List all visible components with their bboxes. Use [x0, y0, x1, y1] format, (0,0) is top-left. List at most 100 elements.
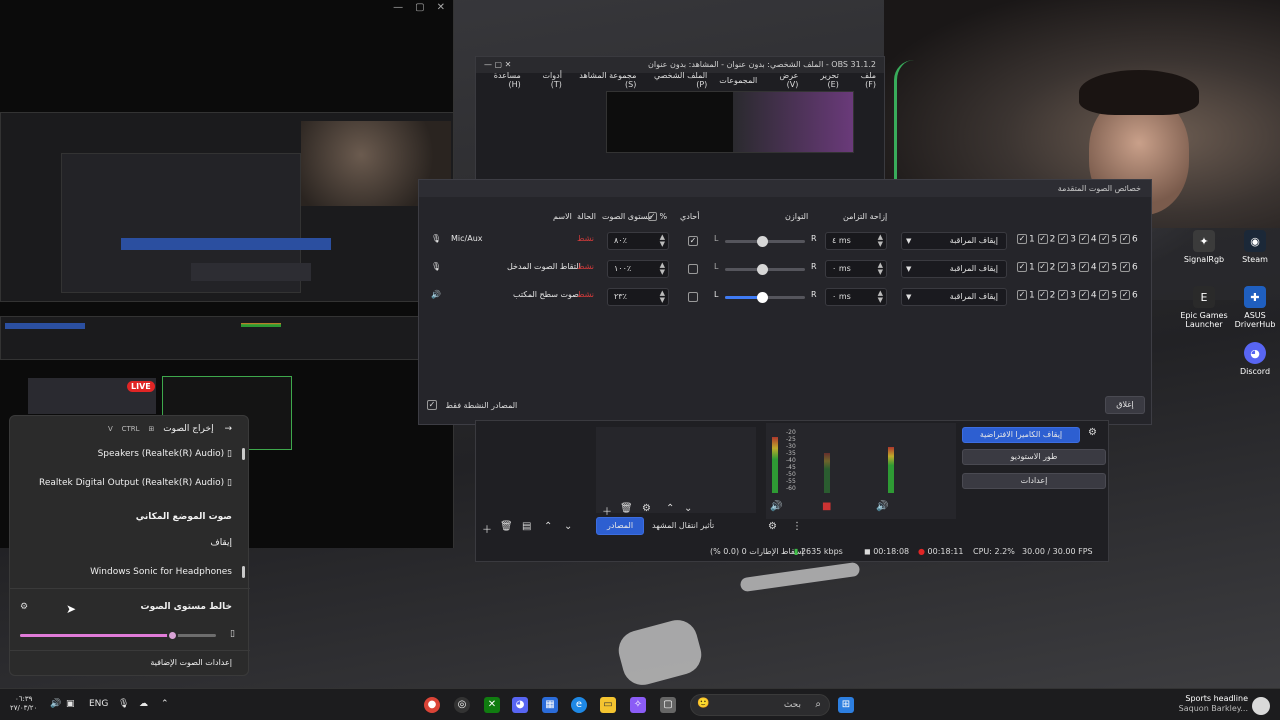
muted-speaker-icon[interactable]: ■: [822, 501, 831, 512]
more-icon[interactable]: ⋮: [792, 521, 802, 532]
trash-icon[interactable]: 🗑: [620, 503, 633, 514]
volume-flyout[interactable]: V CTRL ⊞ إخراج الصوت → Speakers (Realtek…: [9, 415, 250, 676]
microphone-tray-icon[interactable]: 🎙: [118, 699, 129, 709]
track-checkbox[interactable]: ✓: [1037, 290, 1048, 300]
monitoring-select[interactable]: إيقاف المراقبة ▼: [901, 232, 1007, 250]
spatial-sonic-option[interactable]: Windows Sonic for Headphones: [16, 567, 244, 577]
language-indicator[interactable]: ENG: [89, 699, 108, 709]
track-checkbox[interactable]: ✓: [1017, 262, 1027, 272]
sync-offset-spinbox[interactable]: ٠ ms ▲ ▼: [825, 260, 887, 278]
volume-knob[interactable]: [166, 630, 178, 641]
search-box[interactable]: 🙂 بحث ⌕: [690, 694, 830, 716]
menu-profile[interactable]: الملف الشخصي (P): [648, 71, 707, 89]
close-icon[interactable]: ✕: [437, 2, 445, 16]
monitoring-select[interactable]: إيقاف المراقبة ▼: [901, 260, 1007, 278]
desktop-icon-signalrgb[interactable]: ✦ SignalRgb: [1178, 230, 1230, 264]
spin-arrows-icon[interactable]: ▲ ▼: [878, 262, 883, 276]
track-checkbox[interactable]: ✓: [1120, 234, 1131, 244]
volume-spinbox[interactable]: ٢٣٪ ▲ ▼: [607, 288, 669, 306]
sync-offset-spinbox[interactable]: ٠ ms ▲ ▼: [825, 288, 887, 306]
windows-start-icon[interactable]: ⊞: [838, 697, 854, 713]
close-button[interactable]: إغلاق: [1105, 396, 1145, 414]
filter-icon[interactable]: ▤: [522, 521, 531, 532]
xbox-icon[interactable]: ✕: [484, 697, 500, 713]
more-sound-settings-link[interactable]: إعدادات الصوت الإضافية: [16, 658, 244, 667]
chevron-up-icon[interactable]: ⌃: [666, 503, 674, 514]
sync-offset-spinbox[interactable]: ٤ ms ▲ ▼: [825, 232, 887, 250]
store-icon[interactable]: ▦: [542, 697, 558, 713]
balance-slider[interactable]: [725, 236, 805, 247]
desktop-icon-epic[interactable]: E Epic Games Launcher: [1178, 286, 1230, 329]
menu-scene-collection[interactable]: مجموعة المشاهد (S): [574, 71, 636, 89]
cloud-tray-icon[interactable]: ☁: [139, 699, 148, 709]
volume-slider[interactable]: [20, 630, 216, 641]
track-checkbox[interactable]: ✓: [1078, 262, 1089, 272]
menu-edit[interactable]: تحرير (E): [810, 71, 838, 89]
edge-icon[interactable]: e: [571, 697, 587, 713]
file-explorer-icon[interactable]: ▭: [600, 697, 616, 713]
spin-arrows-icon[interactable]: ▲ ▼: [660, 234, 665, 248]
balance-slider[interactable]: [725, 264, 805, 275]
track-checkbox[interactable]: ✓: [1017, 290, 1027, 300]
volume-spinbox[interactable]: ١٠٠٪ ▲ ▼: [607, 260, 669, 278]
maximize-icon[interactable]: ▢: [415, 2, 424, 16]
track-checkbox[interactable]: ✓: [1078, 234, 1089, 244]
spin-arrows-icon[interactable]: ▲ ▼: [660, 290, 665, 304]
chevron-up-icon[interactable]: ⌃: [544, 521, 552, 532]
track-checkbox[interactable]: ✓: [1120, 290, 1131, 300]
track-checkbox[interactable]: ✓: [1120, 262, 1131, 272]
balance-slider[interactable]: [725, 292, 805, 303]
device-speakers[interactable]: Speakers (Realtek(R) Audio) ▯: [16, 449, 244, 459]
advanced-audio-dialog[interactable]: خصائص الصوت المتقدمة الاسم الحالة مستوى …: [418, 179, 1152, 425]
volume-spinbox[interactable]: ٨٠٪ ▲ ▼: [607, 232, 669, 250]
track-checkbox[interactable]: ✓: [1017, 234, 1027, 244]
menu-tools[interactable]: أدوات (T): [533, 71, 562, 89]
spatial-off-option[interactable]: إيقاف: [16, 538, 244, 548]
desktop-icon-asus[interactable]: ✚ ASUS DriverHub: [1229, 286, 1280, 329]
gear-icon[interactable]: ⚙: [768, 521, 777, 532]
volume-tray-icon[interactable]: 🔊: [50, 699, 61, 709]
tab-transitions[interactable]: تأثير انتقال المشهد: [652, 521, 714, 530]
gear-icon[interactable]: ⚙: [1088, 427, 1097, 438]
menu-view[interactable]: عرض (V): [769, 71, 799, 89]
track-checkbox[interactable]: ✓: [1058, 234, 1069, 244]
monitoring-select[interactable]: إيقاف المراقبة ▼: [901, 288, 1007, 306]
track-checkbox[interactable]: ✓: [1099, 234, 1110, 244]
discord-icon[interactable]: ◕: [512, 697, 528, 713]
audio-output-header[interactable]: V CTRL ⊞ إخراج الصوت →: [16, 424, 244, 434]
mono-checkbox[interactable]: ✓: [688, 236, 698, 246]
slider-knob[interactable]: [757, 264, 768, 275]
speaker-icon[interactable]: 🔊: [770, 501, 782, 512]
minimize-icon[interactable]: —: [393, 2, 403, 16]
track-checkbox[interactable]: ✓: [1099, 290, 1110, 300]
track-checkbox[interactable]: ✓: [1058, 290, 1069, 300]
audio-mixer-dock[interactable]: -20 -25 -30 -35 -40 -45 -50 -55 -60 🔊 ■ …: [766, 423, 956, 519]
slider-knob[interactable]: [757, 236, 768, 247]
gear-icon[interactable]: ⚙: [642, 503, 651, 514]
copilot-icon[interactable]: ✧: [630, 697, 646, 713]
track-checkbox[interactable]: ✓: [1078, 290, 1089, 300]
settings-button[interactable]: إعدادات: [962, 473, 1106, 489]
active-only-checkbox[interactable]: ✓: [427, 400, 437, 410]
speaker-icon[interactable]: 🔊: [876, 501, 888, 512]
active-only-toggle[interactable]: ✓ المصادر النشطة فقط: [427, 400, 517, 410]
news-widget[interactable]: Sports headline Saquon Barkley...: [1176, 694, 1248, 714]
chevron-up-icon[interactable]: ⌃: [161, 699, 169, 709]
arrow-right-icon[interactable]: →: [224, 424, 232, 434]
obs-docks[interactable]: ＋ 🗑 ⚙ ⌃ ⌄ -20 -25 -30 -35 -40 -45 -50 -5…: [475, 420, 1109, 562]
track-checkbox[interactable]: ✓: [1058, 262, 1069, 272]
clock[interactable]: ٠٦:٣٩ ٢٧/٠٣/٢٠: [10, 695, 37, 713]
slider-knob[interactable]: [757, 292, 768, 303]
network-tray-icon[interactable]: ▣: [66, 699, 75, 709]
track-checkbox[interactable]: ✓: [1099, 262, 1110, 272]
spin-arrows-icon[interactable]: ▲ ▼: [660, 262, 665, 276]
desktop-icon-steam[interactable]: ◉ Steam: [1229, 230, 1280, 264]
obs-icon[interactable]: ◎: [454, 697, 470, 713]
menu-docks[interactable]: المجموعات: [719, 76, 757, 85]
spin-arrows-icon[interactable]: ▲ ▼: [878, 290, 883, 304]
obs-preview-canvas[interactable]: [606, 91, 854, 153]
menu-help[interactable]: مساعدة (H): [484, 71, 521, 89]
sources-dock[interactable]: ＋ 🗑 ⚙ ⌃ ⌄: [596, 427, 756, 518]
virtual-camera-button[interactable]: إيقاف الكاميرا الافتراضية: [962, 427, 1080, 443]
add-icon[interactable]: ＋: [602, 503, 612, 518]
